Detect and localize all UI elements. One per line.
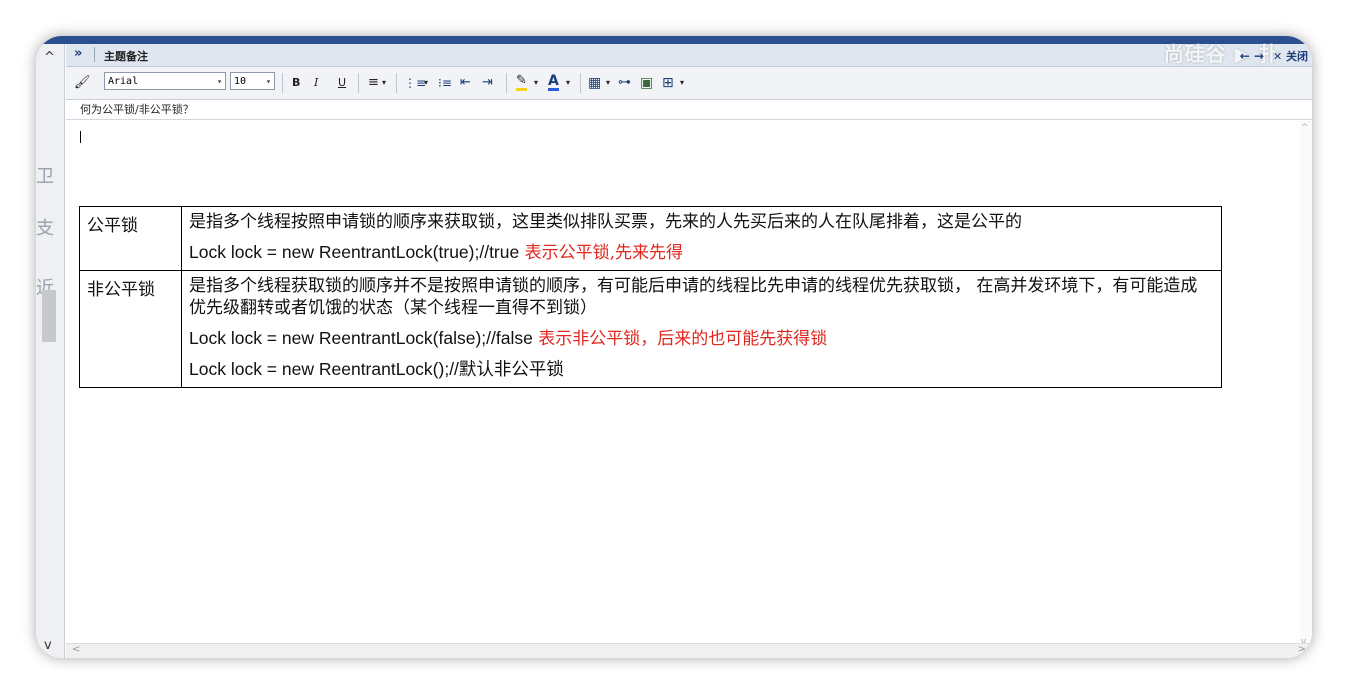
scroll-right-icon[interactable]: > (1298, 644, 1306, 655)
align-button[interactable]: ≡ (368, 74, 379, 92)
toolbar-divider (580, 73, 581, 93)
italic-button[interactable]: I (314, 74, 318, 92)
chevron-down-icon[interactable]: ▾ (534, 74, 538, 92)
table-row: 非公平锁 是指多个线程获取锁的顺序并不是按照申请锁的顺序，有可能后申请的线程比先… (79, 270, 1222, 388)
indent-icon[interactable]: ⇥ (482, 74, 493, 92)
app-window: ^ 卫 支 近 v » 主题备注 尚硅谷 ▶ 扑 ← → ✕ 关闭 🖌 Aria… (36, 36, 1312, 658)
row-description: 是指多个线程获取锁的顺序并不是按照申请锁的顺序，有可能后申请的线程比先申请的线程… (189, 276, 1198, 318)
code-snippet: Lock lock = new ReentrantLock();//默认非公平锁 (189, 359, 564, 379)
font-color-icon[interactable]: A (548, 74, 559, 91)
bold-button[interactable]: B (292, 74, 300, 92)
font-size-select[interactable]: 10 ▾ (230, 72, 275, 90)
chevron-down-icon[interactable]: ▾ (606, 74, 610, 92)
chevron-down-icon: ▾ (266, 77, 271, 86)
underline-button[interactable]: U (338, 74, 346, 92)
font-size-value: 10 (234, 76, 247, 87)
topic-notes-pane: » 主题备注 尚硅谷 ▶ 扑 ← → ✕ 关闭 🖌 Arial ▾ 10 ▾ B… (66, 42, 1312, 658)
code-note: 表示公平锁,先来先得 (519, 243, 684, 263)
left-side-panel: ^ 卫 支 近 v (36, 44, 65, 658)
toolbar-divider (358, 73, 359, 93)
table-cell-content: 是指多个线程按照申请锁的顺序来获取锁，这里类似排队买票，先来的人先买后来的人在队… (181, 206, 1222, 271)
table-cell-key: 公平锁 (79, 206, 182, 271)
notes-editor[interactable]: 公平锁 是指多个线程按照申请锁的顺序来获取锁，这里类似排队买票，先来的人先买后来… (66, 121, 1302, 641)
toolbar-divider (396, 73, 397, 93)
font-family-select[interactable]: Arial ▾ (104, 72, 226, 90)
editor-vertical-scrollbar[interactable]: ^ v (1300, 121, 1312, 649)
close-button[interactable]: ✕ 关闭 (1273, 48, 1308, 64)
numbered-list-icon[interactable]: ⋮≡ (404, 74, 426, 92)
scroll-left-icon[interactable]: < (72, 644, 80, 655)
row-code-line: Lock lock = new ReentrantLock(true);//tr… (189, 241, 1214, 264)
toolbar-divider (282, 73, 283, 93)
highlight-icon[interactable]: ✎ (516, 74, 527, 91)
table-cell-content: 是指多个线程获取锁的顺序并不是按照申请锁的顺序，有可能后申请的线程比先申请的线程… (181, 270, 1222, 388)
table-cell-key: 非公平锁 (79, 270, 182, 388)
toolbar-divider (506, 73, 507, 93)
table-row: 公平锁 是指多个线程按照申请锁的顺序来获取锁，这里类似排队买票，先来的人先买后来… (79, 206, 1222, 271)
code-snippet: Lock lock = new ReentrantLock(false);//f… (189, 328, 533, 348)
bullet-list-icon[interactable]: ⁝≡ (438, 74, 452, 92)
chevron-down-icon[interactable]: ▾ (424, 74, 428, 92)
chevron-down-icon: ▾ (217, 77, 222, 86)
table-icon[interactable]: ▦ (588, 74, 601, 92)
clipped-text-fragment: 支 (36, 218, 54, 239)
title-divider (94, 47, 95, 62)
link-icon[interactable]: ⊶ (618, 74, 631, 92)
code-snippet: Lock lock = new ReentrantLock(true);//tr… (189, 242, 520, 262)
window-top-strip (36, 36, 1312, 44)
format-toolbar: 🖌 Arial ▾ 10 ▾ B I U ≡ ▾ ⋮≡ ▾ ⁝≡ ⇤ ⇥ ✎ ▾… (66, 67, 1312, 100)
brush-icon[interactable]: 🖌 (74, 74, 91, 92)
code-note: 表示非公平锁，后来的也可能先获得锁 (532, 329, 828, 349)
row-code-line: Lock lock = new ReentrantLock(false);//f… (189, 327, 1214, 350)
left-scrollbar-thumb[interactable] (42, 290, 56, 342)
text-caret (80, 131, 81, 143)
pane-title-bar: » 主题备注 尚硅谷 ▶ 扑 ← → ✕ 关闭 (66, 42, 1312, 67)
chevron-down-icon[interactable]: ▾ (680, 74, 684, 92)
chevron-down-icon[interactable]: ▾ (382, 74, 386, 92)
expand-icon[interactable]: » (74, 46, 82, 61)
editor-horizontal-scrollbar[interactable]: < > (66, 643, 1312, 658)
scroll-down-icon[interactable]: v (44, 638, 52, 653)
lock-comparison-table: 公平锁 是指多个线程按照申请锁的顺序来获取锁，这里类似排队买票，先来的人先买后来… (79, 206, 1222, 388)
chevron-down-icon[interactable]: ▾ (566, 74, 570, 92)
clipped-text-fragment: 卫 (36, 166, 54, 187)
font-family-value: Arial (108, 76, 139, 87)
row-description: 是指多个线程按照申请锁的顺序来获取锁，这里类似排队买票，先来的人先买后来的人在队… (189, 212, 1022, 232)
outdent-icon[interactable]: ⇤ (460, 74, 471, 92)
navigate-arrows-icon[interactable]: ← → (1240, 49, 1264, 63)
scroll-up-icon[interactable]: ^ (44, 50, 55, 65)
scroll-up-icon[interactable]: ^ (1301, 123, 1309, 133)
pane-title: 主题备注 (104, 50, 148, 63)
subject-line[interactable]: 何为公平锁/非公平锁？ (66, 100, 1312, 120)
insert-icon[interactable]: ⊞ (662, 74, 674, 92)
image-icon[interactable]: ▣ (640, 74, 653, 92)
row-code-line: Lock lock = new ReentrantLock();//默认非公平锁 (189, 358, 1214, 381)
